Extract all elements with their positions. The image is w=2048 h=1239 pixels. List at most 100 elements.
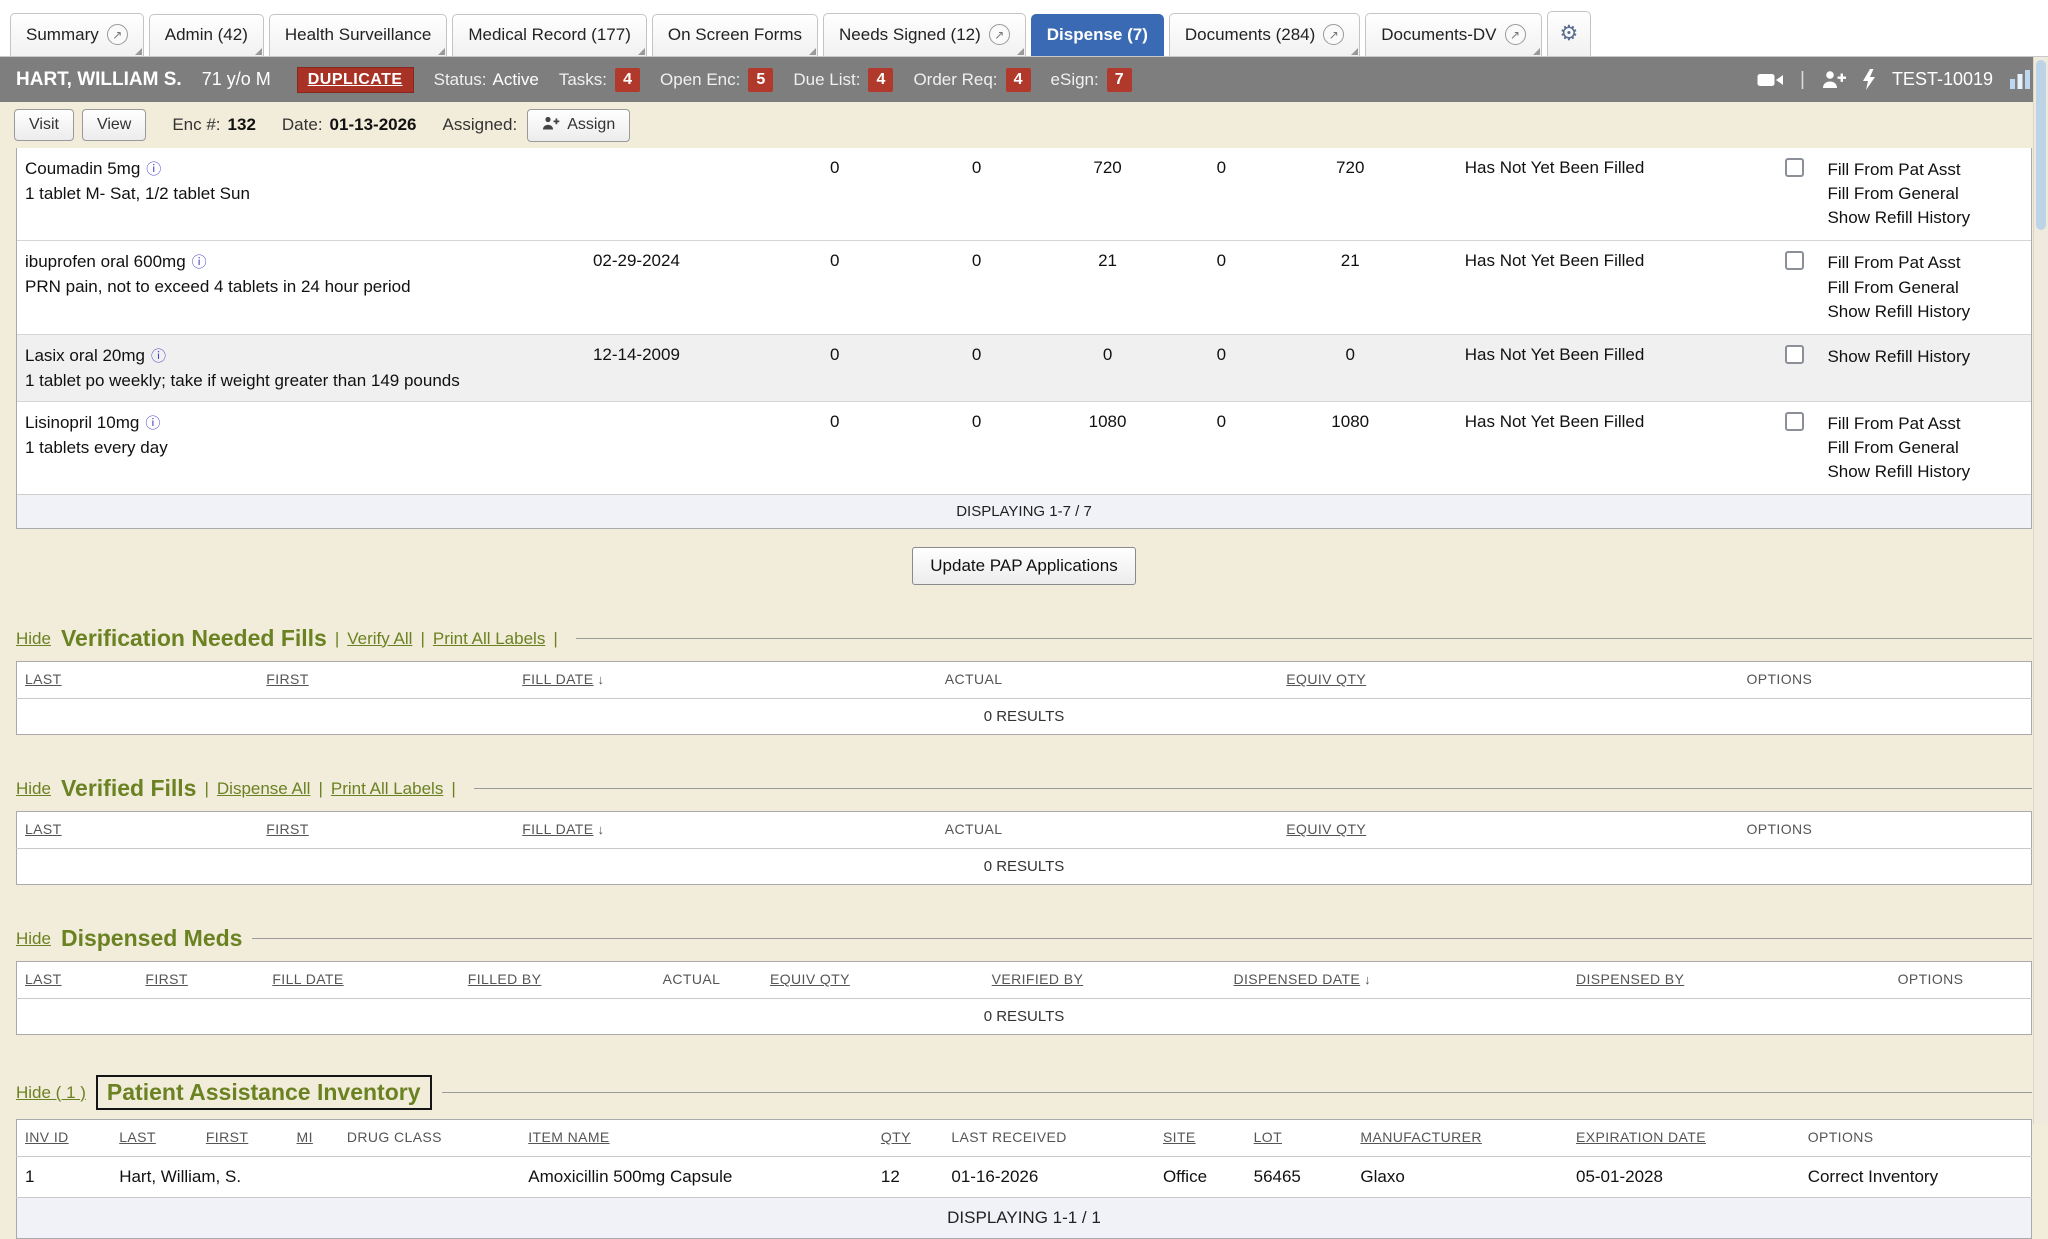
info-icon[interactable] [145, 415, 160, 432]
tab-medical-record[interactable]: Medical Record (177) [452, 14, 647, 56]
hide-link[interactable]: Hide [16, 629, 51, 649]
select-checkbox[interactable] [1785, 345, 1804, 364]
popout-icon[interactable] [989, 24, 1010, 45]
tab-needs-signed[interactable]: Needs Signed (12) [823, 13, 1026, 56]
bar-chart-icon[interactable] [2009, 69, 2032, 90]
hide-link[interactable]: Hide ( 1 ) [16, 1083, 86, 1103]
tab-on-screen-forms[interactable]: On Screen Forms [652, 14, 818, 56]
tab-menu-corner [255, 48, 262, 55]
column-header-site[interactable]: SITE [1163, 1129, 1196, 1145]
correct-inventory-link[interactable]: Correct Inventory [1800, 1157, 2032, 1198]
fill-from-general-link[interactable]: Fill From General [1827, 182, 2023, 206]
column-header-equiv-qty[interactable]: EQUIV QTY [770, 971, 850, 987]
column-header-equiv-qty[interactable]: EQUIV QTY [1286, 821, 1366, 837]
med-name[interactable]: ibuprofen oral 600mg [25, 251, 577, 272]
popout-icon[interactable] [1323, 24, 1344, 45]
column-header-first[interactable]: FIRST [266, 671, 308, 687]
show-refill-history-link[interactable]: Show Refill History [1827, 206, 2023, 230]
column-header-last[interactable]: LAST [25, 971, 62, 987]
verify-all-link[interactable]: Verify All [347, 629, 412, 649]
tab-documents-dv[interactable]: Documents-DV [1365, 13, 1541, 56]
column-header-first[interactable]: FIRST [206, 1129, 248, 1145]
scrollbar-thumb[interactable] [2036, 60, 2046, 230]
print-all-labels-link[interactable]: Print All Labels [331, 779, 443, 799]
popout-icon[interactable] [107, 24, 128, 45]
info-icon[interactable] [192, 254, 207, 271]
column-header-first[interactable]: FIRST [266, 821, 308, 837]
dispense-all-link[interactable]: Dispense All [217, 779, 311, 799]
visit-button[interactable]: Visit [14, 109, 74, 141]
column-header-dispensed-date[interactable]: DISPENSED DATE [1233, 971, 1360, 987]
column-header-first[interactable]: FIRST [145, 971, 187, 987]
tab-label: Admin (42) [165, 25, 248, 45]
hide-link[interactable]: Hide [16, 929, 51, 949]
lightning-bolt-icon[interactable] [1862, 69, 1876, 90]
column-header-manufacturer[interactable]: MANUFACTURER [1360, 1129, 1481, 1145]
tab-label: Needs Signed (12) [839, 25, 981, 45]
tab-dispense[interactable]: Dispense (7) [1031, 14, 1164, 56]
fill-from-general-link[interactable]: Fill From General [1827, 276, 2023, 300]
section-title: Dispensed Meds [61, 925, 243, 952]
fill-from-general-link[interactable]: Fill From General [1827, 436, 2023, 460]
fill-status: Has Not Yet Been Filled [1427, 148, 1769, 241]
due-list-count-badge[interactable]: 4 [868, 68, 893, 92]
tab-summary[interactable]: Summary [10, 13, 144, 56]
column-header-fill-date[interactable]: FILL DATE [522, 671, 593, 687]
column-header-dispensed-by[interactable]: DISPENSED BY [1576, 971, 1684, 987]
column-header-options: OPTIONS [1746, 821, 1812, 837]
show-refill-history-link[interactable]: Show Refill History [1827, 300, 2023, 324]
column-header-fill-date[interactable]: FILL DATE [272, 971, 343, 987]
assign-button[interactable]: Assign [527, 109, 630, 142]
separator: | [318, 779, 322, 799]
tab-health-surveillance[interactable]: Health Surveillance [269, 14, 447, 56]
info-icon[interactable] [146, 161, 161, 178]
view-button[interactable]: View [82, 109, 146, 141]
hide-link[interactable]: Hide [16, 779, 51, 799]
add-user-icon[interactable] [1821, 70, 1846, 89]
update-pap-applications-button[interactable]: Update PAP Applications [912, 547, 1135, 585]
duplicate-badge[interactable]: DUPLICATE [297, 67, 414, 93]
tab-settings[interactable] [1547, 11, 1592, 56]
column-header-last[interactable]: LAST [25, 671, 62, 687]
tab-documents[interactable]: Documents (284) [1169, 13, 1360, 56]
tab-admin[interactable]: Admin (42) [149, 14, 264, 56]
show-refill-history-link[interactable]: Show Refill History [1827, 460, 2023, 484]
column-header-expiration-date[interactable]: EXPIRATION DATE [1576, 1129, 1706, 1145]
print-all-labels-link[interactable]: Print All Labels [433, 629, 545, 649]
column-header-fill-date[interactable]: FILL DATE [522, 821, 593, 837]
tasks-count-badge[interactable]: 4 [615, 68, 640, 92]
select-checkbox[interactable] [1785, 158, 1804, 177]
empty-results-row: 0 RESULTS [17, 699, 2032, 735]
fill-from-pat-asst-link[interactable]: Fill From Pat Asst [1827, 158, 2023, 182]
med-name[interactable]: Lisinopril 10mg [25, 412, 577, 433]
column-header-mi[interactable]: MI [297, 1129, 313, 1145]
info-icon[interactable] [151, 348, 166, 365]
column-header-qty[interactable]: QTY [881, 1129, 911, 1145]
select-checkbox[interactable] [1785, 251, 1804, 270]
enc-number-label: Enc #: [172, 115, 220, 135]
med-name[interactable]: Coumadin 5mg [25, 158, 577, 179]
qty-cell: 0 [1169, 241, 1274, 334]
column-header-inv-id[interactable]: INV ID [25, 1129, 69, 1145]
fill-from-pat-asst-link[interactable]: Fill From Pat Asst [1827, 251, 2023, 275]
vertical-scrollbar[interactable] [2033, 57, 2048, 1124]
esign-count-badge[interactable]: 7 [1107, 68, 1132, 92]
column-header-last[interactable]: LAST [25, 821, 62, 837]
divider [576, 638, 2032, 639]
separator: | [451, 779, 455, 799]
order-req-count-badge[interactable]: 4 [1006, 68, 1031, 92]
column-header-lot[interactable]: LOT [1254, 1129, 1282, 1145]
column-header-filled-by[interactable]: FILLED BY [468, 971, 542, 987]
column-header-item-name[interactable]: ITEM NAME [528, 1129, 609, 1145]
select-checkbox[interactable] [1785, 412, 1804, 431]
column-header-verified-by[interactable]: VERIFIED BY [992, 971, 1084, 987]
med-name[interactable]: Lasix oral 20mg [25, 345, 577, 366]
column-header-equiv-qty[interactable]: EQUIV QTY [1286, 671, 1366, 687]
popout-icon[interactable] [1505, 24, 1526, 45]
open-enc-count-badge[interactable]: 5 [748, 68, 773, 92]
video-camera-icon[interactable] [1757, 71, 1784, 89]
show-refill-history-link[interactable]: Show Refill History [1827, 345, 2023, 369]
fill-from-pat-asst-link[interactable]: Fill From Pat Asst [1827, 412, 2023, 436]
column-header-last[interactable]: LAST [119, 1129, 156, 1145]
med-name-text: Lasix oral 20mg [25, 346, 145, 365]
